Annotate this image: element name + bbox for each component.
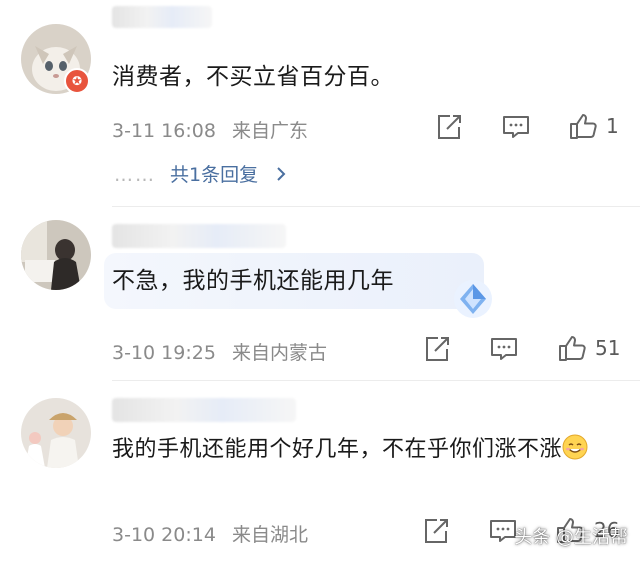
thumbs-up-icon[interactable] — [568, 111, 598, 141]
comment-date: 3-10 19:25 — [112, 342, 216, 364]
comment-meta: 3-10 20:14 来自湖北 — [112, 520, 308, 547]
diamond-badge-icon — [454, 280, 492, 318]
comment-location: 来自湖北 — [231, 524, 308, 546]
share-icon[interactable] — [421, 516, 451, 546]
divider — [112, 206, 640, 207]
reply-dots: …… — [114, 164, 156, 186]
like-count: 1 — [606, 114, 619, 138]
like-count: 51 — [595, 336, 621, 360]
share-icon[interactable] — [434, 112, 464, 142]
smile-emoji-icon — [562, 434, 588, 460]
username-blurred[interactable] — [112, 224, 286, 248]
watermark: 头条 @生活帮 — [514, 527, 628, 548]
comment-icon[interactable] — [501, 112, 531, 142]
replies-link[interactable]: …… 共1条回复 — [114, 160, 288, 187]
username-blurred[interactable] — [112, 398, 296, 422]
comment-date: 3-10 20:14 — [112, 524, 216, 546]
share-icon[interactable] — [422, 334, 452, 364]
comment-location: 来自广东 — [231, 120, 308, 142]
comment-text-content: 我的手机还能用个好几年，不在乎你们涨不涨 — [112, 437, 563, 462]
username-blurred[interactable] — [112, 6, 212, 28]
comment-icon[interactable] — [489, 334, 519, 364]
verified-badge-icon: ✪ — [64, 68, 90, 94]
chevron-right-icon — [277, 167, 286, 181]
comment-text: 我的手机还能用个好几年，不在乎你们涨不涨 — [112, 432, 627, 468]
divider — [112, 380, 640, 381]
comment-meta: 3-11 16:08 来自广东 — [112, 116, 308, 143]
comment-location: 来自内蒙古 — [231, 342, 327, 364]
comment-text: 消费者，不买立省百分百。 — [112, 64, 394, 90]
thumbs-up-icon[interactable] — [557, 333, 587, 363]
replies-label: 共1条回复 — [170, 164, 259, 186]
avatar[interactable] — [21, 398, 91, 468]
avatar[interactable] — [21, 220, 91, 290]
comment-text: 不急，我的手机还能用几年 — [112, 268, 394, 294]
comment-date: 3-11 16:08 — [112, 120, 216, 142]
comment-meta: 3-10 19:25 来自内蒙古 — [112, 338, 327, 365]
